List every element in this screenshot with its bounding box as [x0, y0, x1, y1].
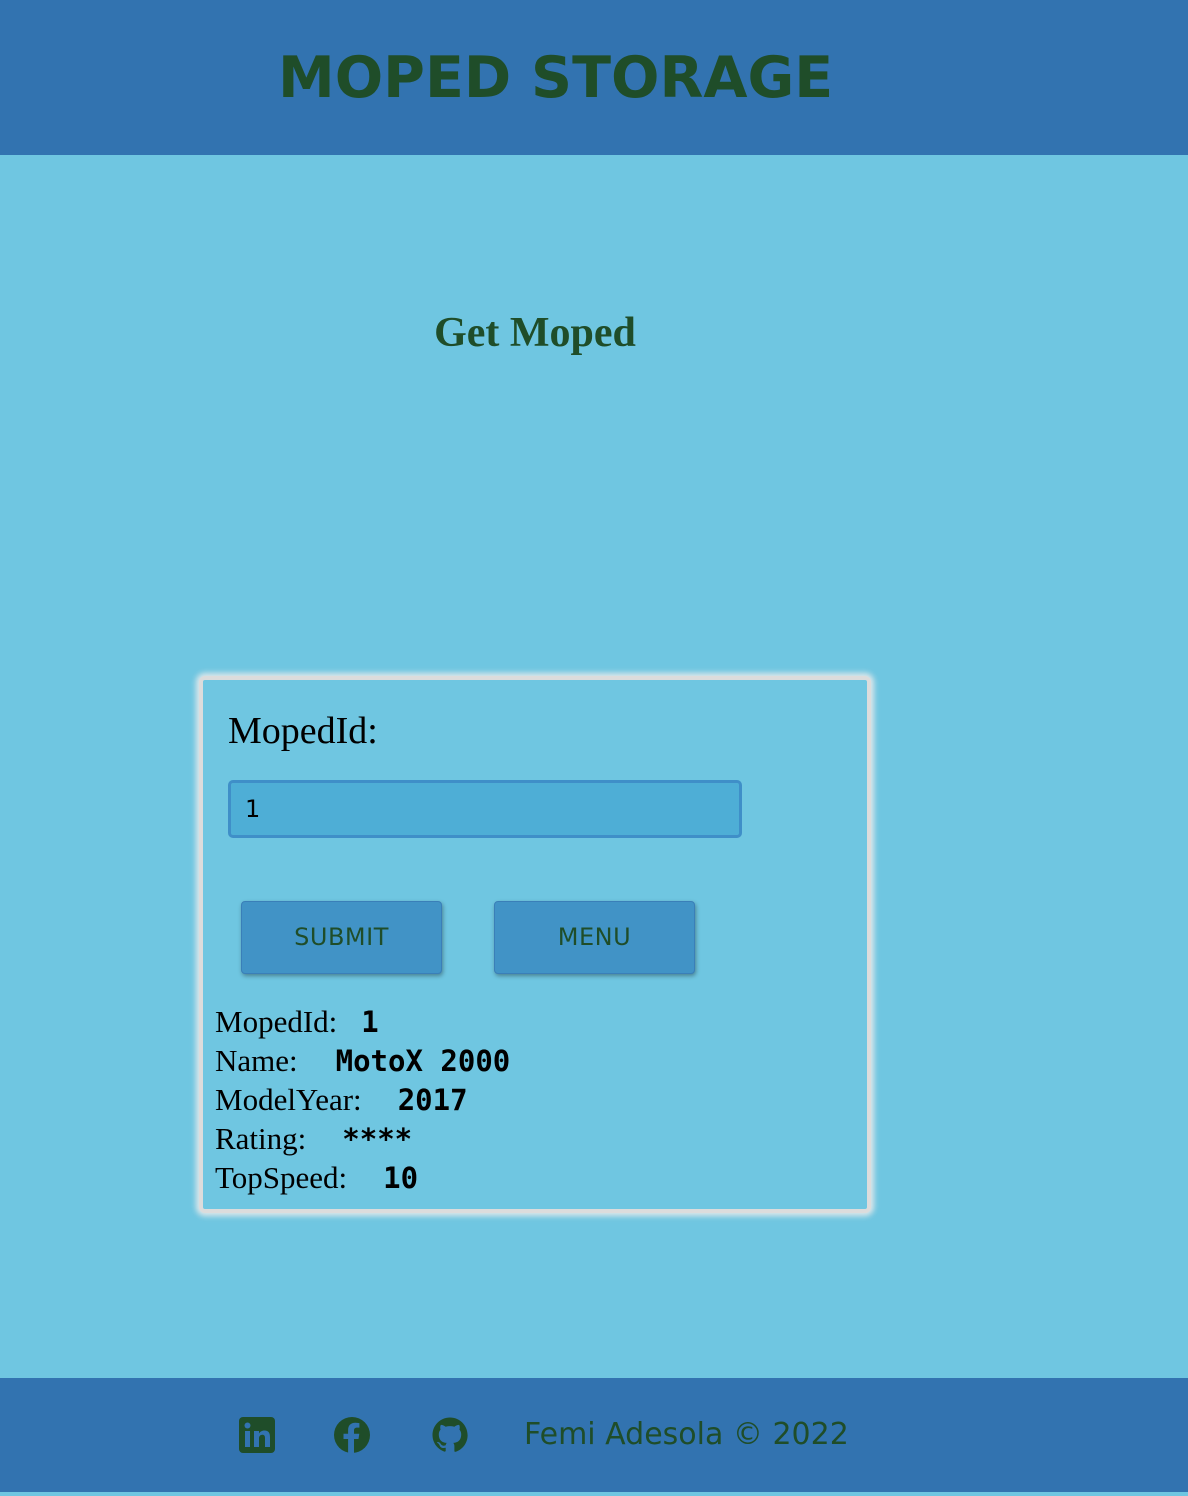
- moped-id-input[interactable]: [228, 780, 742, 838]
- facebook-icon[interactable]: [333, 1416, 371, 1454]
- detail-value: 10: [383, 1161, 419, 1195]
- detail-value: 2017: [397, 1083, 468, 1117]
- detail-label: Rating:: [215, 1121, 307, 1156]
- get-moped-form-card: MopedId: SUBMIT MENU MopedId: 1 Name: Moto…: [199, 676, 871, 1213]
- detail-label: MopedId:: [215, 1004, 338, 1039]
- detail-label: Name:: [215, 1043, 298, 1078]
- page-title: Get Moped: [434, 310, 636, 356]
- github-icon[interactable]: [431, 1416, 469, 1454]
- site-header: MOPED STORAGE: [0, 0, 1188, 155]
- site-footer: Femi Adesola © 2022: [0, 1378, 1188, 1492]
- moped-id-label: MopedId:: [228, 710, 378, 752]
- detail-value: 1: [361, 1005, 379, 1039]
- detail-label: TopSpeed:: [215, 1160, 348, 1195]
- detail-label: ModelYear:: [215, 1082, 362, 1117]
- detail-row-rating: Rating: ****: [215, 1119, 855, 1158]
- detail-row-top-speed: TopSpeed: 10: [215, 1158, 855, 1197]
- detail-row-moped-id: MopedId: 1: [215, 1002, 855, 1041]
- moped-details: MopedId: 1 Name: MotoX 2000 ModelYear: 2017…: [215, 1002, 855, 1197]
- detail-value: ****: [342, 1122, 413, 1156]
- linkedin-icon[interactable]: [238, 1416, 276, 1454]
- detail-row-name: Name: MotoX 2000: [215, 1041, 855, 1080]
- site-title: MOPED STORAGE: [278, 45, 834, 111]
- detail-row-model-year: ModelYear: 2017: [215, 1080, 855, 1119]
- submit-button[interactable]: SUBMIT: [241, 901, 442, 974]
- menu-button[interactable]: MENU: [494, 901, 695, 974]
- detail-value: MotoX 2000: [335, 1044, 511, 1078]
- footer-copyright: Femi Adesola © 2022: [524, 1417, 849, 1452]
